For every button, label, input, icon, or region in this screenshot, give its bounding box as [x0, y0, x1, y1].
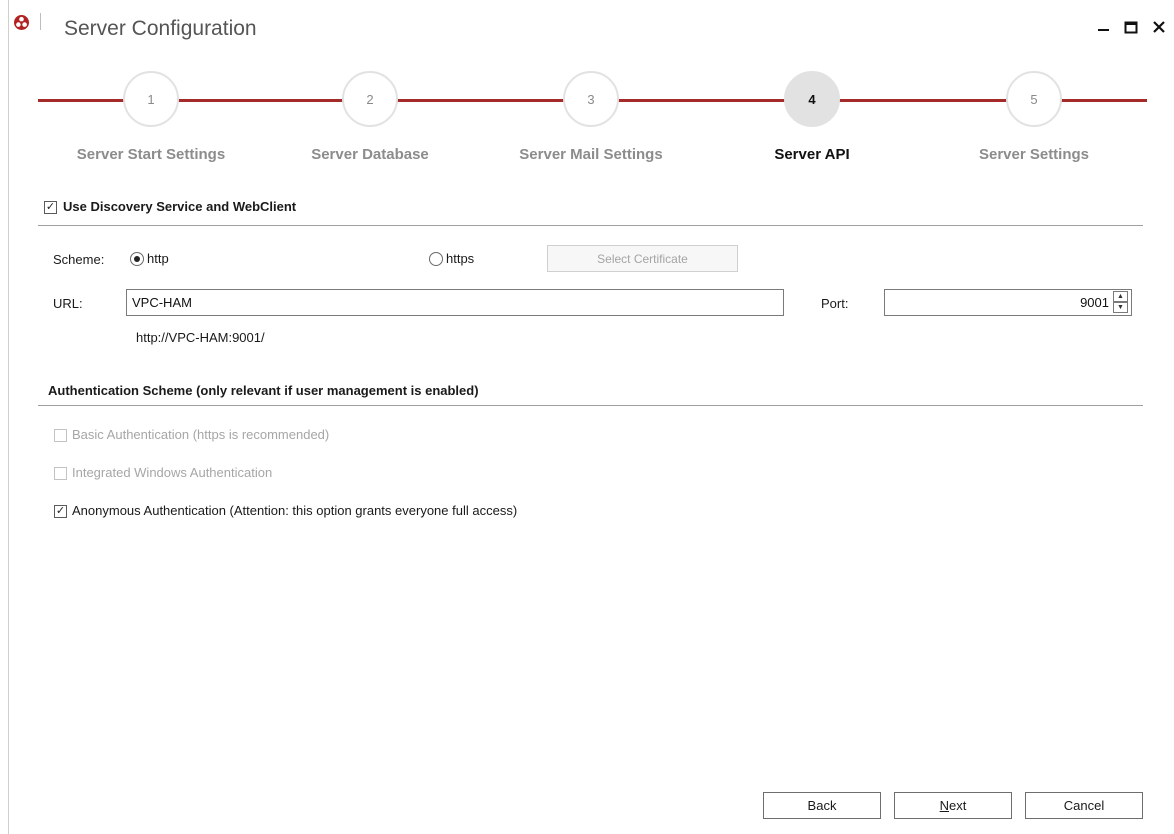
anonymous-auth-checkbox[interactable]: ✓ — [54, 505, 67, 518]
step-3-circle: 3 — [563, 71, 619, 127]
scheme-label: Scheme: — [53, 252, 105, 267]
https-radio[interactable] — [429, 252, 443, 266]
step-2-label: Server Database — [311, 146, 429, 163]
window-left-border — [8, 0, 9, 834]
https-radio-label: https — [446, 251, 475, 266]
discovery-label: Use Discovery Service and WebClient — [63, 199, 297, 214]
cancel-button[interactable]: Cancel — [1025, 792, 1143, 819]
next-mnemonic: N — [939, 798, 950, 813]
title-separator — [40, 13, 41, 30]
http-radio[interactable] — [130, 252, 144, 266]
step-2-circle: 2 — [342, 71, 398, 127]
windows-auth-label: Integrated Windows Authentication — [72, 465, 273, 480]
auth-heading: Authentication Scheme (only relevant if … — [48, 383, 479, 398]
minimize-icon[interactable] — [1093, 16, 1115, 38]
step-5-label: Server Settings — [978, 146, 1090, 163]
back-button[interactable]: Back — [763, 792, 881, 819]
discovery-divider — [38, 225, 1143, 226]
port-label: Port: — [821, 296, 849, 311]
app-logo-icon — [14, 15, 29, 30]
window-title: Server Configuration — [64, 17, 257, 40]
basic-auth-checkbox[interactable] — [54, 429, 67, 442]
chevron-up-icon[interactable]: ▲ — [1113, 291, 1128, 302]
step-3-label: Server Mail Settings — [519, 146, 663, 163]
next-button[interactable]: Next — [894, 792, 1012, 819]
step-4-label: Server API — [774, 146, 850, 163]
url-label: URL: — [53, 296, 83, 311]
basic-auth-label: Basic Authentication (https is recommend… — [72, 427, 330, 442]
close-icon[interactable] — [1148, 16, 1170, 38]
url-input[interactable] — [126, 289, 784, 316]
windows-auth-checkbox[interactable] — [54, 467, 67, 480]
chevron-down-icon[interactable]: ▼ — [1113, 302, 1128, 313]
url-preview: http://VPC-HAM:9001/ — [136, 330, 265, 345]
discovery-checkbox[interactable]: ✓ — [44, 201, 57, 214]
step-1-label: Server Start Settings — [76, 146, 226, 163]
next-label-rest: ext — [949, 798, 967, 813]
http-radio-label: http — [147, 251, 169, 266]
select-certificate-button[interactable]: Select Certificate — [547, 245, 738, 272]
step-5-circle: 5 — [1006, 71, 1062, 127]
step-4-circle: 4 — [784, 71, 840, 127]
step-1-circle: 1 — [123, 71, 179, 127]
port-spinner[interactable]: ▲ ▼ — [1113, 290, 1129, 315]
port-input[interactable] — [884, 289, 1132, 316]
maximize-icon[interactable] — [1120, 16, 1142, 38]
anonymous-auth-label: Anonymous Authentication (Attention: thi… — [72, 503, 518, 518]
auth-divider — [38, 405, 1143, 406]
